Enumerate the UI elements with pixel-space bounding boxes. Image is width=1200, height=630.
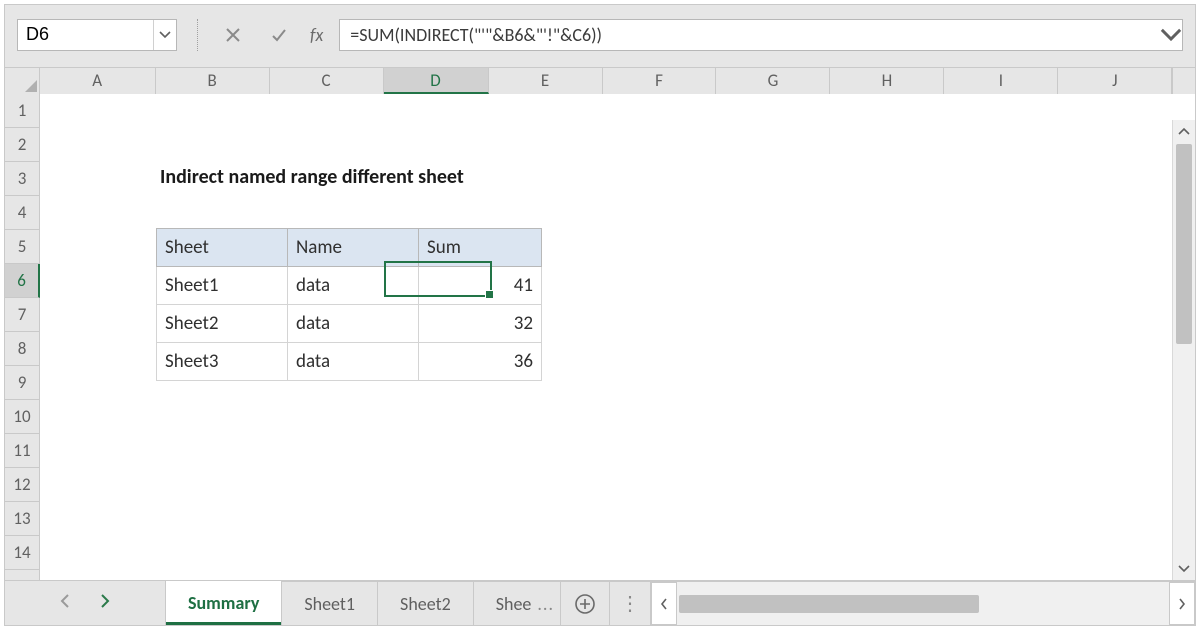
column-header-I[interactable]: I (944, 68, 1058, 94)
name-box-input[interactable] (18, 20, 154, 49)
column-headers: ABCDEFGHIJ (5, 68, 1195, 95)
row-header-14[interactable]: 14 (5, 536, 39, 570)
table-cell[interactable]: 32 (419, 305, 542, 343)
formula-bar-divider (197, 19, 198, 51)
table-cell[interactable]: data (288, 305, 419, 343)
table-cell[interactable]: data (288, 343, 419, 381)
column-header-F[interactable]: F (603, 68, 717, 94)
sheet-tabs: SummarySheet1Sheet2Shee... (166, 581, 561, 625)
column-header-D[interactable]: D (384, 68, 489, 94)
row-header-10[interactable]: 10 (5, 400, 39, 434)
row-headers: 1234567891011121314 (5, 94, 40, 580)
scroll-up-button[interactable] (1173, 120, 1195, 142)
sheet-tab-sheet3[interactable]: Shee... (474, 581, 561, 625)
sheet-tab-strip: SummarySheet1Sheet2Shee... ⋮ (5, 581, 1195, 625)
sheet-nav-next[interactable] (99, 593, 111, 614)
row-header-11[interactable]: 11 (5, 434, 39, 468)
column-header-G[interactable]: G (716, 68, 830, 94)
scroll-right-button[interactable] (1169, 582, 1195, 625)
worksheet-title-text: Indirect named range different sheet (160, 165, 464, 189)
row-header-8[interactable]: 8 (5, 332, 39, 366)
table-cell[interactable]: Sheet2 (157, 305, 288, 343)
table-cell[interactable]: 41 (419, 267, 542, 305)
new-sheet-button[interactable] (561, 581, 610, 625)
scroll-down-button[interactable] (1173, 558, 1195, 580)
row-header-2[interactable]: 2 (5, 128, 39, 162)
row-header-7[interactable]: 7 (5, 298, 39, 332)
sheet-nav-group (5, 581, 166, 625)
column-header-C[interactable]: C (270, 68, 384, 94)
column-header-E[interactable]: E (489, 68, 603, 94)
formula-bar-row: fx =SUM(INDIRECT("'"&B6&"'!"&C6)) (5, 5, 1195, 65)
row-header-12[interactable]: 12 (5, 468, 39, 502)
sheet-tab-options[interactable]: ⋮ (610, 581, 651, 625)
cells-area[interactable]: Indirect named range different sheet She… (40, 94, 1195, 580)
data-table: SheetNameSum Sheet1data41 Sheet2data32 Shee… (156, 228, 542, 381)
fx-icon[interactable]: fx (302, 24, 339, 46)
name-box-dropdown[interactable] (153, 20, 176, 50)
column-header-J[interactable]: J (1058, 68, 1172, 94)
row-header-5[interactable]: 5 (5, 230, 39, 264)
vertical-scrollbar[interactable] (1172, 120, 1195, 580)
table-header: Sum (419, 229, 542, 267)
sheet-tab-sheet2[interactable]: Sheet2 (378, 581, 474, 625)
worksheet-grid: ABCDEFGHIJ 1234567891011121314 Indirect … (5, 67, 1195, 581)
table-cell[interactable]: 36 (419, 343, 542, 381)
table-cell[interactable]: Sheet1 (157, 267, 288, 305)
table-cell[interactable]: data (288, 267, 419, 305)
sheet-tab-sheet1[interactable]: Sheet1 (282, 581, 378, 625)
sheet-tab-summary[interactable]: Summary (166, 581, 282, 625)
scroll-left-button[interactable] (651, 582, 677, 625)
accept-formula-button[interactable] (256, 19, 302, 51)
row-header-3[interactable]: 3 (5, 162, 39, 196)
formula-bar-expand[interactable] (1160, 20, 1182, 50)
row-header-4[interactable]: 4 (5, 196, 39, 230)
table-header: Sheet (157, 229, 288, 267)
table-cell[interactable]: Sheet3 (157, 343, 288, 381)
name-box[interactable] (17, 19, 177, 51)
select-all-triangle[interactable] (5, 68, 40, 94)
row-header-9[interactable]: 9 (5, 366, 39, 400)
row-header-1[interactable]: 1 (5, 94, 39, 128)
horizontal-scrollbar[interactable] (651, 581, 1195, 625)
horizontal-scroll-thumb[interactable] (679, 595, 979, 613)
vertical-scroll-thumb[interactable] (1176, 144, 1192, 344)
cancel-formula-button[interactable] (210, 19, 256, 51)
column-header-H[interactable]: H (830, 68, 944, 94)
row-header-6[interactable]: 6 (5, 264, 40, 298)
table-header: Name (288, 229, 419, 267)
row-header-13[interactable]: 13 (5, 502, 39, 536)
column-header-A[interactable]: A (40, 68, 156, 94)
sheet-nav-prev[interactable] (59, 593, 71, 614)
formula-bar-text[interactable]: =SUM(INDIRECT("'"&B6&"'!"&C6)) (350, 24, 602, 46)
column-header-B[interactable]: B (156, 68, 270, 94)
formula-bar[interactable]: =SUM(INDIRECT("'"&B6&"'!"&C6)) (339, 19, 1183, 51)
